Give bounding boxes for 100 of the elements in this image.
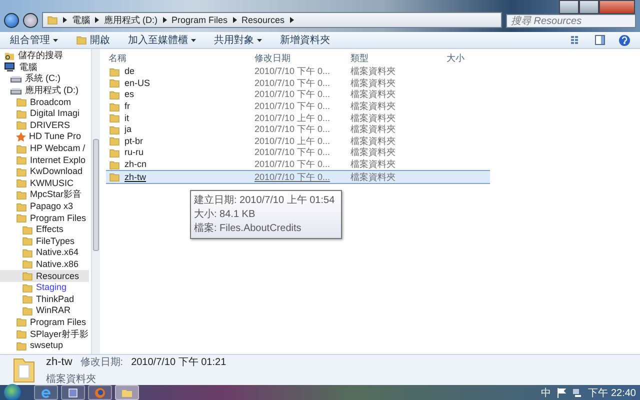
- tree-item[interactable]: Program Files: [0, 212, 89, 224]
- folder-icon: [16, 213, 27, 224]
- breadcrumb[interactable]: 電腦: [72, 14, 90, 26]
- breadcrumb[interactable]: Program Files: [172, 15, 228, 25]
- folder-icon: [108, 66, 120, 77]
- caret-icon: [257, 38, 262, 42]
- table-cell-text: 檔案資料夾: [350, 147, 397, 159]
- tree-item[interactable]: HP Webcam /: [0, 142, 89, 154]
- clock[interactable]: 下午 22:40: [588, 386, 636, 400]
- tree-item[interactable]: Papago x3: [0, 200, 89, 212]
- preview-pane-icon[interactable]: [595, 35, 605, 45]
- file-name[interactable]: zh-tw: [124, 172, 146, 183]
- help-icon[interactable]: [619, 34, 630, 46]
- taskbar-button[interactable]: [88, 385, 112, 400]
- taskbar-button[interactable]: [34, 385, 58, 400]
- table-cell-text: 2010/7/10 下午 0...: [254, 100, 332, 112]
- breadcrumb[interactable]: 應用程式 (D:): [104, 14, 158, 26]
- ime-indicator[interactable]: 中: [541, 386, 552, 400]
- folder-icon: [22, 236, 33, 246]
- forward-button[interactable]: [23, 13, 38, 28]
- file-name[interactable]: ja: [124, 124, 132, 136]
- tree-item[interactable]: Digital Imagi: [0, 108, 89, 120]
- column-header[interactable]: 修改日期: [252, 51, 348, 66]
- tree-item[interactable]: Resources: [0, 270, 89, 282]
- folder-icon: [76, 35, 87, 45]
- file-name[interactable]: fr: [124, 101, 130, 112]
- tree-item[interactable]: Staging: [0, 282, 89, 294]
- tree-item[interactable]: HD Tune Pro: [0, 131, 89, 143]
- start-button[interactable]: [4, 384, 21, 400]
- chevron-icon[interactable]: [290, 17, 294, 23]
- tree-item[interactable]: KWMUSIC: [0, 178, 89, 190]
- flag-icon[interactable]: [557, 388, 566, 398]
- folder-icon: [16, 144, 27, 154]
- chevron-icon[interactable]: [95, 17, 99, 23]
- breadcrumb[interactable]: Resources: [242, 15, 285, 25]
- tree-item[interactable]: Program Files: [0, 316, 89, 328]
- tree-item[interactable]: 應用程式 (D:): [0, 84, 89, 96]
- tree-item[interactable]: swsetup: [0, 340, 89, 352]
- file-name[interactable]: en-US: [124, 78, 150, 89]
- maximize-button[interactable]: [579, 0, 599, 14]
- table-cell-text: 2010/7/10 下午 0...: [254, 147, 332, 159]
- table-cell-text: 2010/7/10 上午 0...: [254, 112, 332, 124]
- column-header[interactable]: 大小: [444, 51, 490, 66]
- search-field[interactable]: 搜尋 Resources: [506, 14, 636, 28]
- minimize-button[interactable]: [559, 0, 579, 14]
- file-name[interactable]: es: [124, 89, 134, 100]
- tree-item[interactable]: Native.x86: [0, 258, 89, 270]
- view-grid-icon[interactable]: [571, 36, 581, 44]
- file-name[interactable]: it: [124, 112, 130, 124]
- tree-item[interactable]: Internet Explo: [0, 154, 89, 166]
- tree-item[interactable]: Effects: [0, 224, 89, 236]
- drive-icon: [10, 86, 22, 95]
- back-button[interactable]: [4, 13, 19, 28]
- toolbar-button[interactable]: 新增資料夾: [280, 33, 330, 47]
- tree-item[interactable]: SPlayer射手影: [0, 328, 89, 340]
- file-name[interactable]: zh-cn: [124, 159, 147, 170]
- folder-icon: [16, 108, 27, 119]
- address-bar[interactable]: 電腦 應用程式 (D:) Program Files Resources: [42, 12, 502, 28]
- tree-item[interactable]: 電腦: [0, 62, 89, 74]
- folder-icon: [22, 271, 33, 282]
- tree-item[interactable]: 儲存的搜尋: [0, 50, 89, 62]
- folder-icon: [4, 50, 15, 61]
- folder-icon: [108, 148, 120, 158]
- column-header[interactable]: 名稱: [106, 51, 252, 66]
- folder-icon: [16, 190, 27, 200]
- app-icon: [40, 386, 52, 398]
- toolbar-button[interactable]: 加入至媒體櫃: [128, 33, 196, 47]
- tree-item[interactable]: 系統 (C:): [0, 73, 89, 85]
- caret-icon: [53, 38, 58, 42]
- tree-item[interactable]: FileTypes: [0, 236, 89, 248]
- tooltip-line: 大小: 84.1 KB: [194, 208, 256, 221]
- tree-item[interactable]: DRIVERS: [0, 120, 89, 132]
- tree-item[interactable]: KwDownload: [0, 166, 89, 178]
- taskbar-button[interactable]: [61, 385, 85, 400]
- tree-item[interactable]: MpcStar影音: [0, 189, 89, 201]
- tooltip-line: 建立日期: 2010/7/10 上午 01:54: [194, 194, 335, 207]
- scrollbar[interactable]: [90, 49, 100, 354]
- file-name[interactable]: pt-br: [124, 136, 144, 147]
- folder-icon: [108, 124, 120, 135]
- table-cell-text: 2010/7/10 上午 0...: [254, 136, 332, 148]
- folder-icon: [16, 329, 27, 340]
- file-name[interactable]: de: [124, 66, 135, 78]
- folder-icon: [108, 102, 120, 112]
- network-icon[interactable]: [572, 388, 582, 398]
- chevron-icon[interactable]: [232, 17, 237, 23]
- close-button[interactable]: [599, 0, 635, 14]
- toolbar-button[interactable]: 組合管理: [10, 33, 58, 47]
- folder-icon: [108, 136, 120, 146]
- tree-item[interactable]: Native.x64: [0, 247, 89, 259]
- caret-icon: [191, 38, 196, 42]
- tree-item[interactable]: Broadcom: [0, 96, 89, 108]
- tree-item[interactable]: WinRAR: [0, 305, 89, 317]
- folder-icon: [16, 340, 27, 351]
- chevron-icon[interactable]: [162, 17, 166, 23]
- file-name[interactable]: ru-ru: [124, 147, 144, 158]
- chevron-icon[interactable]: [63, 17, 67, 23]
- toolbar-button[interactable]: 共用對象: [214, 33, 262, 47]
- column-header[interactable]: 類型: [348, 51, 444, 66]
- toolbar-button[interactable]: 開啟: [76, 33, 110, 47]
- tree-item[interactable]: ThinkPad: [0, 293, 89, 306]
